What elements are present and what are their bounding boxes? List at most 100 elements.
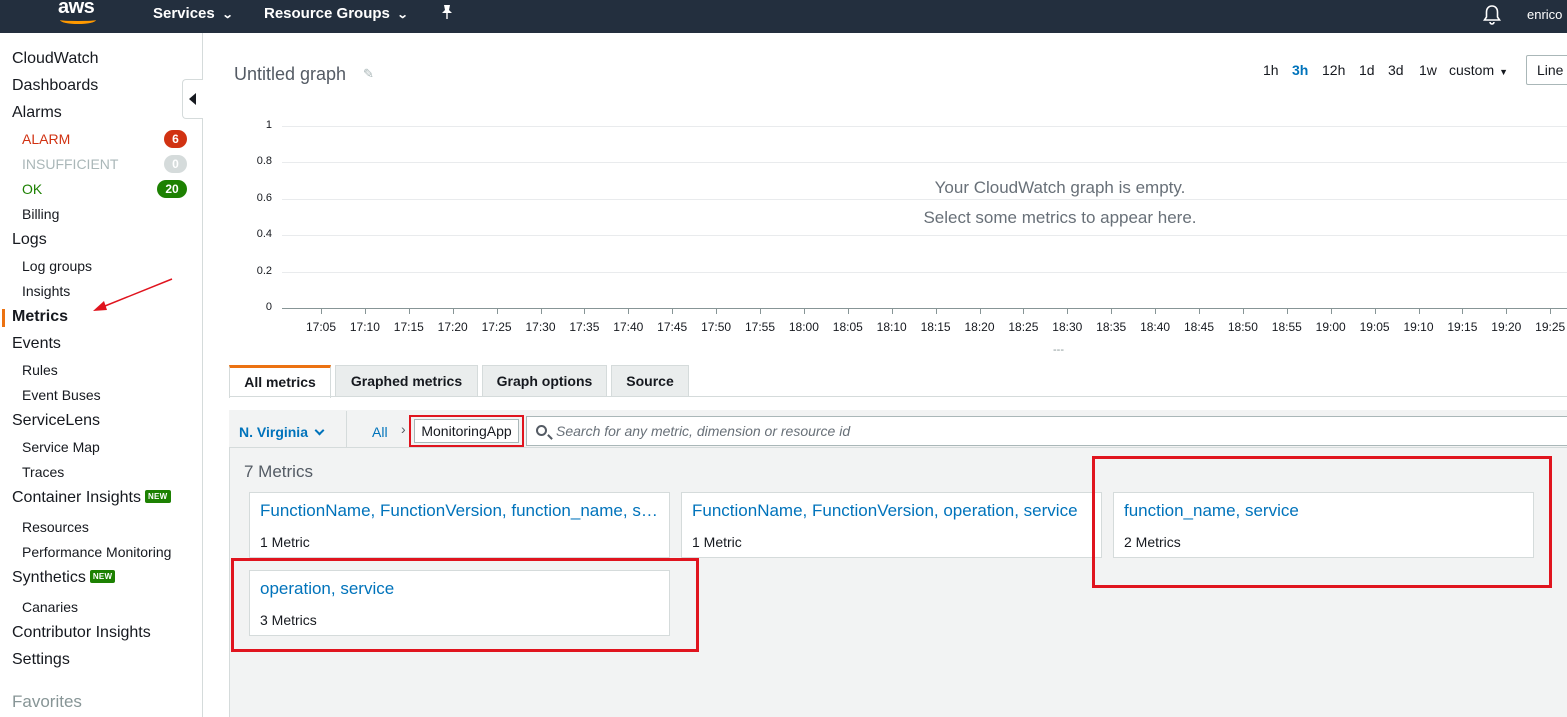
x-tick-label: 18:50 xyxy=(1227,320,1258,334)
sidebar-item-traces[interactable]: Traces xyxy=(22,464,64,480)
tab-all-metrics[interactable]: All metrics xyxy=(229,365,331,398)
x-tick-mark xyxy=(979,309,981,314)
namespace-card-count: 1 Metric xyxy=(260,534,310,550)
aws-logo[interactable]: aws xyxy=(56,0,100,30)
range-1h[interactable]: 1h xyxy=(1263,62,1279,78)
x-tick-mark xyxy=(364,309,366,314)
resource-groups-menu[interactable]: Resource Groups ⌄ xyxy=(264,5,409,22)
graph-title[interactable]: Untitled graph xyxy=(234,64,346,85)
x-tick-label: 18:40 xyxy=(1140,320,1171,334)
x-tick-mark xyxy=(452,309,454,314)
x-tick-label: 17:25 xyxy=(481,320,512,334)
x-tick-label: 18:20 xyxy=(964,320,995,334)
x-tick-mark xyxy=(803,309,805,314)
tab-divider xyxy=(229,396,1567,397)
x-tick-label: 17:15 xyxy=(393,320,424,334)
sidebar-item-servicelens[interactable]: ServiceLens xyxy=(12,412,100,430)
services-menu[interactable]: Services ⌄ xyxy=(153,5,233,22)
sidebar-item-alarm-state[interactable]: ALARM xyxy=(22,131,70,147)
sidebar-item-metrics[interactable]: Metrics xyxy=(12,308,68,326)
resource-groups-label: Resource Groups xyxy=(264,5,390,22)
x-tick-label: 17:20 xyxy=(437,320,468,334)
sidebar-item-performance-monitoring[interactable]: Performance Monitoring xyxy=(22,544,171,560)
sidebar: CloudWatch Dashboards Alarms ALARM 6 INS… xyxy=(0,33,203,717)
x-tick-label: 19:25 xyxy=(1535,320,1566,334)
x-tick-label: 17:55 xyxy=(744,320,776,334)
sidebar-item-resources[interactable]: Resources xyxy=(22,519,89,535)
sidebar-item-contributor-insights[interactable]: Contributor Insights xyxy=(12,624,151,642)
sidebar-item-log-groups[interactable]: Log groups xyxy=(22,258,92,274)
tab-source[interactable]: Source xyxy=(611,365,689,397)
sidebar-item-insights[interactable]: Insights xyxy=(22,283,70,299)
x-tick-label: 18:25 xyxy=(1008,320,1039,334)
namespace-card[interactable]: FunctionName, FunctionVersion, operation… xyxy=(681,492,1102,558)
sidebar-item-logs[interactable]: Logs xyxy=(12,231,47,249)
y-tick-label: 0.4 xyxy=(256,228,272,241)
annotation-highlight-box xyxy=(1092,456,1552,588)
sidebar-item-ok-state[interactable]: OK xyxy=(22,181,42,197)
x-tick-mark xyxy=(496,309,498,314)
toolbar-divider xyxy=(346,411,347,447)
x-tick-mark xyxy=(847,309,849,314)
x-tick-mark xyxy=(891,309,893,314)
alarm-count-badge: 6 xyxy=(164,130,187,148)
tab-graph-options[interactable]: Graph options xyxy=(482,365,607,397)
sidebar-item-billing[interactable]: Billing xyxy=(22,206,59,222)
x-tick-label: 19:00 xyxy=(1315,320,1346,334)
container-insights-label: Container Insights xyxy=(12,489,141,506)
x-tick-label: 19:10 xyxy=(1403,320,1434,334)
collapse-sidebar-button[interactable] xyxy=(182,79,203,119)
bell-icon[interactable] xyxy=(1482,4,1502,26)
new-badge: NEW xyxy=(89,570,116,583)
x-tick-mark xyxy=(1067,309,1069,314)
sidebar-item-events[interactable]: Events xyxy=(12,335,61,353)
y-tick-label: 0.6 xyxy=(256,191,272,204)
x-tick-label: 19:20 xyxy=(1491,320,1522,334)
sidebar-section-favorites[interactable]: Favorites xyxy=(12,692,82,712)
namespace-card[interactable]: FunctionName, FunctionVersion, function_… xyxy=(249,492,670,558)
sidebar-item-insufficient-state[interactable]: INSUFFICIENT xyxy=(22,156,118,172)
namespace-card-title[interactable]: FunctionName, FunctionVersion, function_… xyxy=(260,501,660,521)
chevron-down-icon: ⌄ xyxy=(396,9,409,21)
range-3h[interactable]: 3h xyxy=(1292,62,1308,78)
range-12h[interactable]: 12h xyxy=(1322,62,1345,78)
sidebar-item-dashboards[interactable]: Dashboards xyxy=(12,77,98,95)
range-1d[interactable]: 1d xyxy=(1359,62,1375,78)
range-custom[interactable]: custom ▼ xyxy=(1449,62,1508,78)
x-tick-mark xyxy=(321,309,322,314)
namespace-card-title[interactable]: FunctionName, FunctionVersion, operation… xyxy=(692,501,1092,521)
region-selector[interactable]: N. Virginia xyxy=(239,424,325,440)
sidebar-item-service-map[interactable]: Service Map xyxy=(22,439,100,455)
x-tick-label: 18:45 xyxy=(1183,320,1215,334)
pencil-icon[interactable]: ✎ xyxy=(363,66,374,82)
metric-search-box[interactable] xyxy=(526,416,1567,446)
sidebar-item-container-insights[interactable]: Container Insights NEW xyxy=(12,489,171,507)
range-3d[interactable]: 3d xyxy=(1388,62,1404,78)
range-1w[interactable]: 1w xyxy=(1419,62,1437,78)
top-navigation-bar: aws Services ⌄ Resource Groups ⌄ enrico xyxy=(0,0,1567,33)
sidebar-item-canaries[interactable]: Canaries xyxy=(22,599,78,615)
caret-left-icon xyxy=(189,93,196,105)
metric-search-input[interactable] xyxy=(556,417,1456,445)
x-tick-label: 18:10 xyxy=(876,320,907,334)
pin-icon[interactable] xyxy=(440,4,454,20)
x-tick-mark xyxy=(716,309,718,314)
legend-placeholder: --- xyxy=(1053,344,1064,356)
sidebar-item-settings[interactable]: Settings xyxy=(12,651,70,669)
breadcrumb-separator-icon: › xyxy=(401,421,406,437)
x-tick-mark xyxy=(1550,309,1552,314)
breadcrumb-all[interactable]: All xyxy=(372,424,388,440)
x-tick-mark xyxy=(1242,309,1244,314)
x-tick-mark xyxy=(760,309,761,314)
x-tick-label: 18:55 xyxy=(1271,320,1302,334)
sidebar-item-event-buses[interactable]: Event Buses xyxy=(22,387,101,403)
namespace-card-count: 1 Metric xyxy=(692,534,742,550)
x-tick-mark xyxy=(540,309,542,314)
sidebar-item-synthetics[interactable]: Synthetics NEW xyxy=(12,569,116,587)
sidebar-item-alarms[interactable]: Alarms xyxy=(12,104,62,122)
graph-type-dropdown[interactable]: Line xyxy=(1526,55,1567,85)
tab-graphed-metrics[interactable]: Graphed metrics xyxy=(335,365,478,397)
user-menu[interactable]: enrico xyxy=(1527,7,1562,22)
sidebar-item-cloudwatch[interactable]: CloudWatch xyxy=(12,50,99,68)
sidebar-item-rules[interactable]: Rules xyxy=(22,362,58,378)
